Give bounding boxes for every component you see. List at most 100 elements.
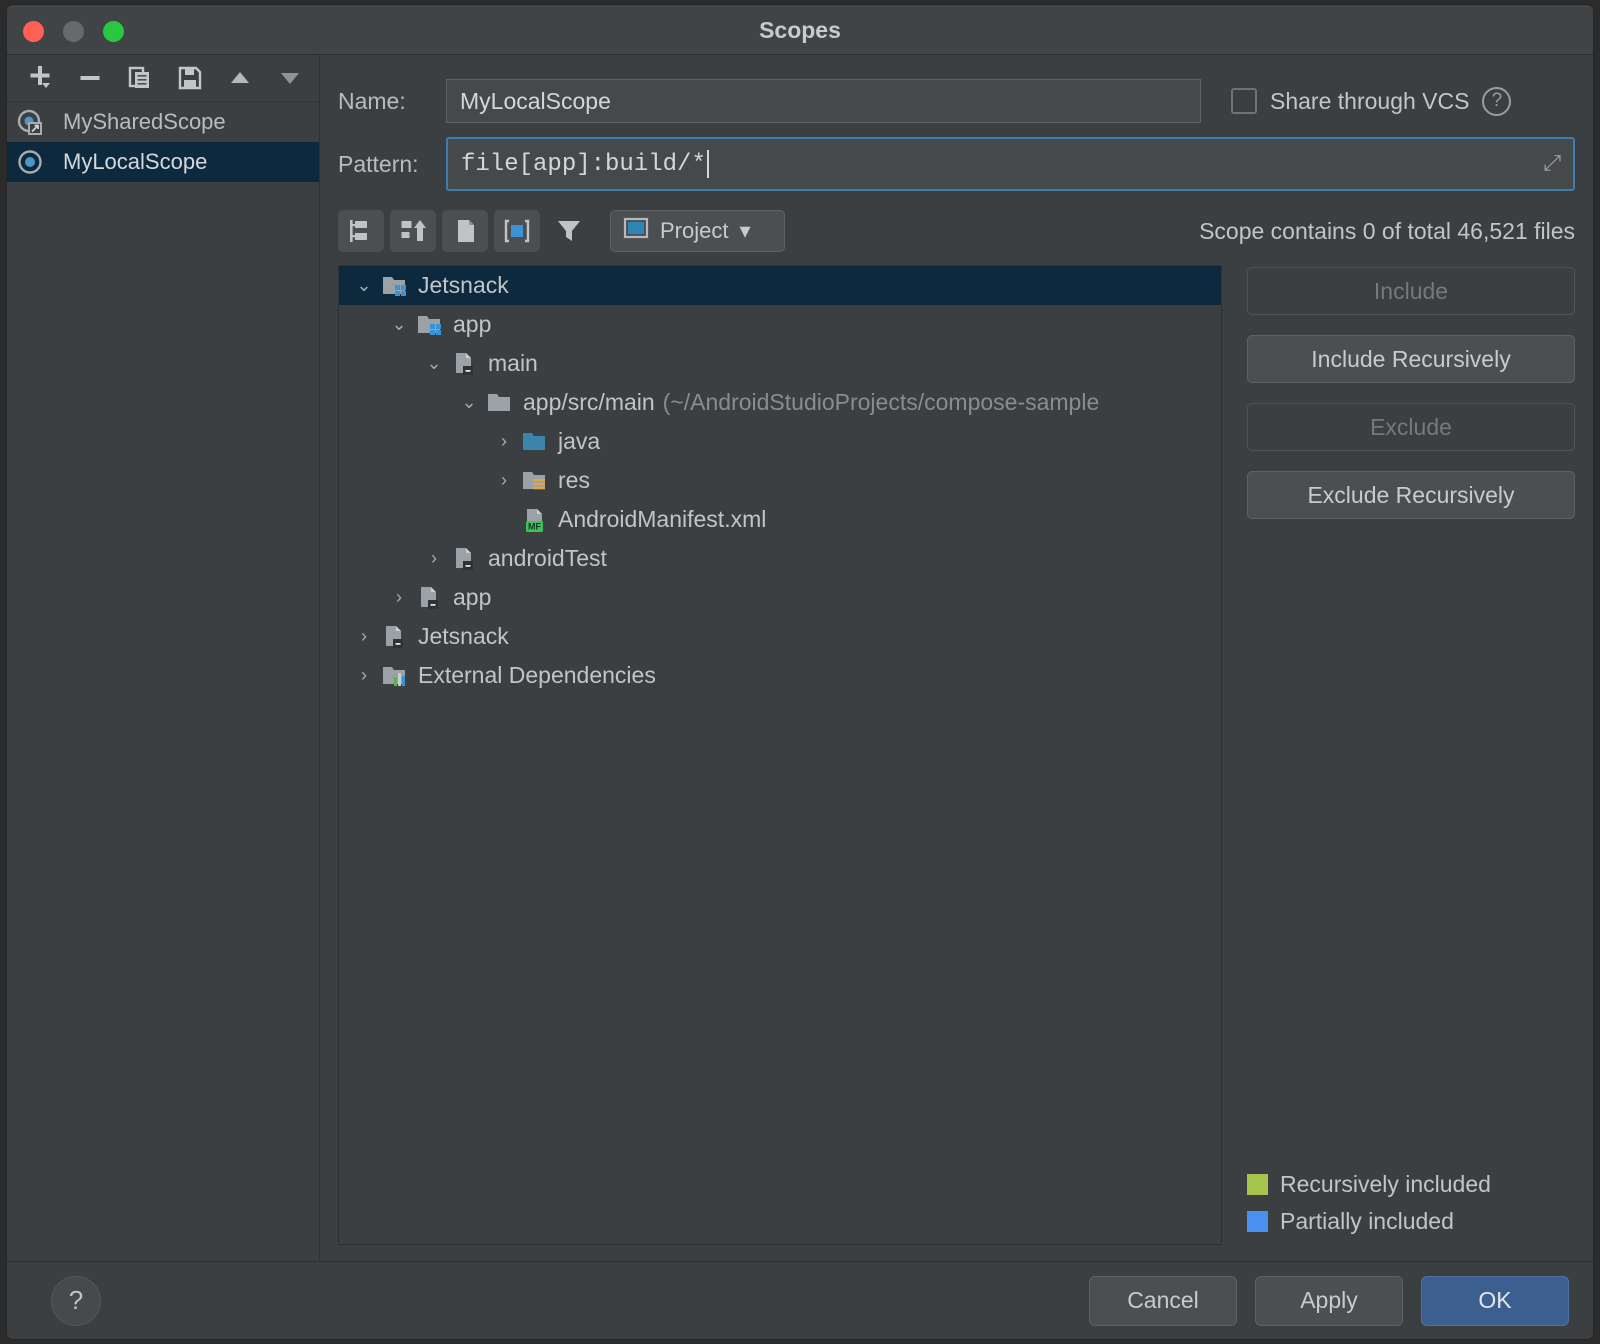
tree-row[interactable]: ⌄ app <box>339 305 1221 344</box>
tree-row[interactable]: › res <box>339 461 1221 500</box>
footer-actions: Cancel Apply OK <box>1089 1276 1569 1326</box>
include-recursively-button[interactable]: Include Recursively <box>1247 335 1575 383</box>
tree-row-label: androidTest <box>488 545 607 572</box>
tree-row[interactable]: › Jetsnack <box>339 617 1221 656</box>
window-title: Scopes <box>7 17 1593 44</box>
tree-row[interactable]: › java <box>339 422 1221 461</box>
tree-and-actions: ⌄ Jetsnack ⌄ <box>338 265 1575 1261</box>
legend: Recursively included Partially included <box>1247 1171 1575 1245</box>
chevron-down-icon[interactable]: ⌄ <box>452 392 486 413</box>
share-vcs-label: Share through VCS <box>1270 88 1469 115</box>
name-label: Name: <box>338 88 446 115</box>
shared-scope-icon <box>15 107 45 137</box>
tree-row-sublabel: (~/AndroidStudioProjects/compose-sample <box>663 389 1100 416</box>
scope-pattern-input[interactable]: file[app]:build/* ⤢ <box>446 137 1575 191</box>
project-icon <box>623 216 649 246</box>
chevron-down-icon[interactable]: ⌄ <box>347 275 381 296</box>
local-scope-icon <box>15 147 45 177</box>
tree-row[interactable]: › app <box>339 578 1221 617</box>
legend-swatch-green <box>1247 1174 1268 1195</box>
compact-middle-packages-button[interactable] <box>390 210 436 252</box>
tree-row-label: AndroidManifest.xml <box>558 506 766 533</box>
pattern-text: file[app]:build/* <box>461 151 706 178</box>
title-bar: Scopes <box>7 5 1593 55</box>
scope-type-label: Project <box>660 218 728 244</box>
scope-list-item-shared[interactable]: MySharedScope <box>7 102 319 142</box>
dialog-footer: ? Cancel Apply OK <box>7 1261 1593 1339</box>
share-vcs-help-icon[interactable]: ? <box>1482 87 1511 116</box>
scope-list[interactable]: MySharedScope MyLocalScope <box>7 102 319 1261</box>
move-up-button[interactable] <box>217 59 263 97</box>
chevron-down-icon[interactable]: ⌄ <box>417 353 451 374</box>
tree-row[interactable]: › External Dependencies <box>339 656 1221 695</box>
share-vcs-checkbox[interactable] <box>1231 88 1257 114</box>
legend-label: Partially included <box>1280 1208 1454 1235</box>
legend-item-partially-included: Partially included <box>1247 1208 1575 1235</box>
pattern-row: Pattern: file[app]:build/* ⤢ <box>338 137 1575 191</box>
sidebar-toolbar <box>7 55 319 102</box>
chevron-down-icon[interactable]: ⌄ <box>382 314 416 335</box>
pattern-label: Pattern: <box>338 151 446 178</box>
tree-row[interactable]: ⌄ Jetsnack <box>339 266 1221 305</box>
tree-row[interactable]: ⌄ app/src/main (~/AndroidStudioProjects/… <box>339 383 1221 422</box>
tree-toolbar: Project ▾ Scope contains 0 of total 46,5… <box>338 207 1575 255</box>
legend-swatch-blue <box>1247 1211 1268 1232</box>
remove-scope-button[interactable] <box>67 59 113 97</box>
flatten-packages-button[interactable] <box>338 210 384 252</box>
share-vcs-group: Share through VCS ? <box>1231 87 1511 116</box>
scope-actions: Include Include Recursively Exclude Excl… <box>1222 265 1575 1245</box>
include-button[interactable]: Include <box>1247 267 1575 315</box>
svg-text:MF: MF <box>528 521 541 531</box>
expand-editor-icon[interactable]: ⤢ <box>1543 152 1561 177</box>
scope-editor: Name: MyLocalScope Share through VCS ? P… <box>320 55 1593 1261</box>
scopes-dialog: Scopes <box>6 4 1594 1340</box>
cancel-button[interactable]: Cancel <box>1089 1276 1237 1326</box>
legend-label: Recursively included <box>1280 1171 1491 1198</box>
scope-count-text: Scope contains 0 of total 46,521 files <box>1199 218 1575 245</box>
exclude-recursively-button[interactable]: Exclude Recursively <box>1247 471 1575 519</box>
add-scope-button[interactable] <box>17 59 63 97</box>
tree-row[interactable]: ⌄ main <box>339 344 1221 383</box>
scope-name-input[interactable]: MyLocalScope <box>446 79 1201 123</box>
filter-funnel-icon[interactable] <box>546 210 592 252</box>
chevron-right-icon[interactable]: › <box>417 548 451 569</box>
chevron-right-icon[interactable]: › <box>487 470 521 491</box>
source-module-icon <box>381 624 409 650</box>
tree-row[interactable]: MF AndroidManifest.xml <box>339 500 1221 539</box>
exclude-button[interactable]: Exclude <box>1247 403 1575 451</box>
legend-item-recursively-included: Recursively included <box>1247 1171 1575 1198</box>
scope-list-item-label: MySharedScope <box>63 109 226 135</box>
external-deps-icon <box>381 663 409 689</box>
tree-row-label: External Dependencies <box>418 662 656 689</box>
folder-icon <box>486 390 514 416</box>
scope-list-item-label: MyLocalScope <box>63 149 207 175</box>
save-scope-button[interactable] <box>167 59 213 97</box>
apply-button[interactable]: Apply <box>1255 1276 1403 1326</box>
scope-type-selector[interactable]: Project ▾ <box>610 210 785 252</box>
move-down-button[interactable] <box>267 59 313 97</box>
chevron-right-icon[interactable]: › <box>382 587 416 608</box>
help-button[interactable]: ? <box>51 1276 101 1326</box>
module-group-icon <box>416 312 444 338</box>
tree-row-label: java <box>558 428 600 455</box>
chevron-right-icon[interactable]: › <box>487 431 521 452</box>
scope-tree[interactable]: ⌄ Jetsnack ⌄ <box>338 265 1222 1245</box>
show-included-only-button[interactable] <box>494 210 540 252</box>
tree-row-label: app/src/main <box>523 389 655 416</box>
chevron-down-icon: ▾ <box>739 218 750 244</box>
source-module-icon <box>451 351 479 377</box>
ok-button[interactable]: OK <box>1421 1276 1569 1326</box>
tree-row-label: app <box>453 584 491 611</box>
tree-row[interactable]: › androidTest <box>339 539 1221 578</box>
source-folder-icon <box>521 429 549 455</box>
tree-row-label: main <box>488 350 538 377</box>
scope-list-item-local[interactable]: MyLocalScope <box>7 142 319 182</box>
chevron-right-icon[interactable]: › <box>347 626 381 647</box>
copy-scope-button[interactable] <box>117 59 163 97</box>
tree-row-label: app <box>453 311 491 338</box>
chevron-right-icon[interactable]: › <box>347 665 381 686</box>
show-files-button[interactable] <box>442 210 488 252</box>
res-folder-icon <box>521 468 549 494</box>
manifest-file-icon: MF <box>521 507 549 533</box>
tree-row-label: Jetsnack <box>418 623 509 650</box>
